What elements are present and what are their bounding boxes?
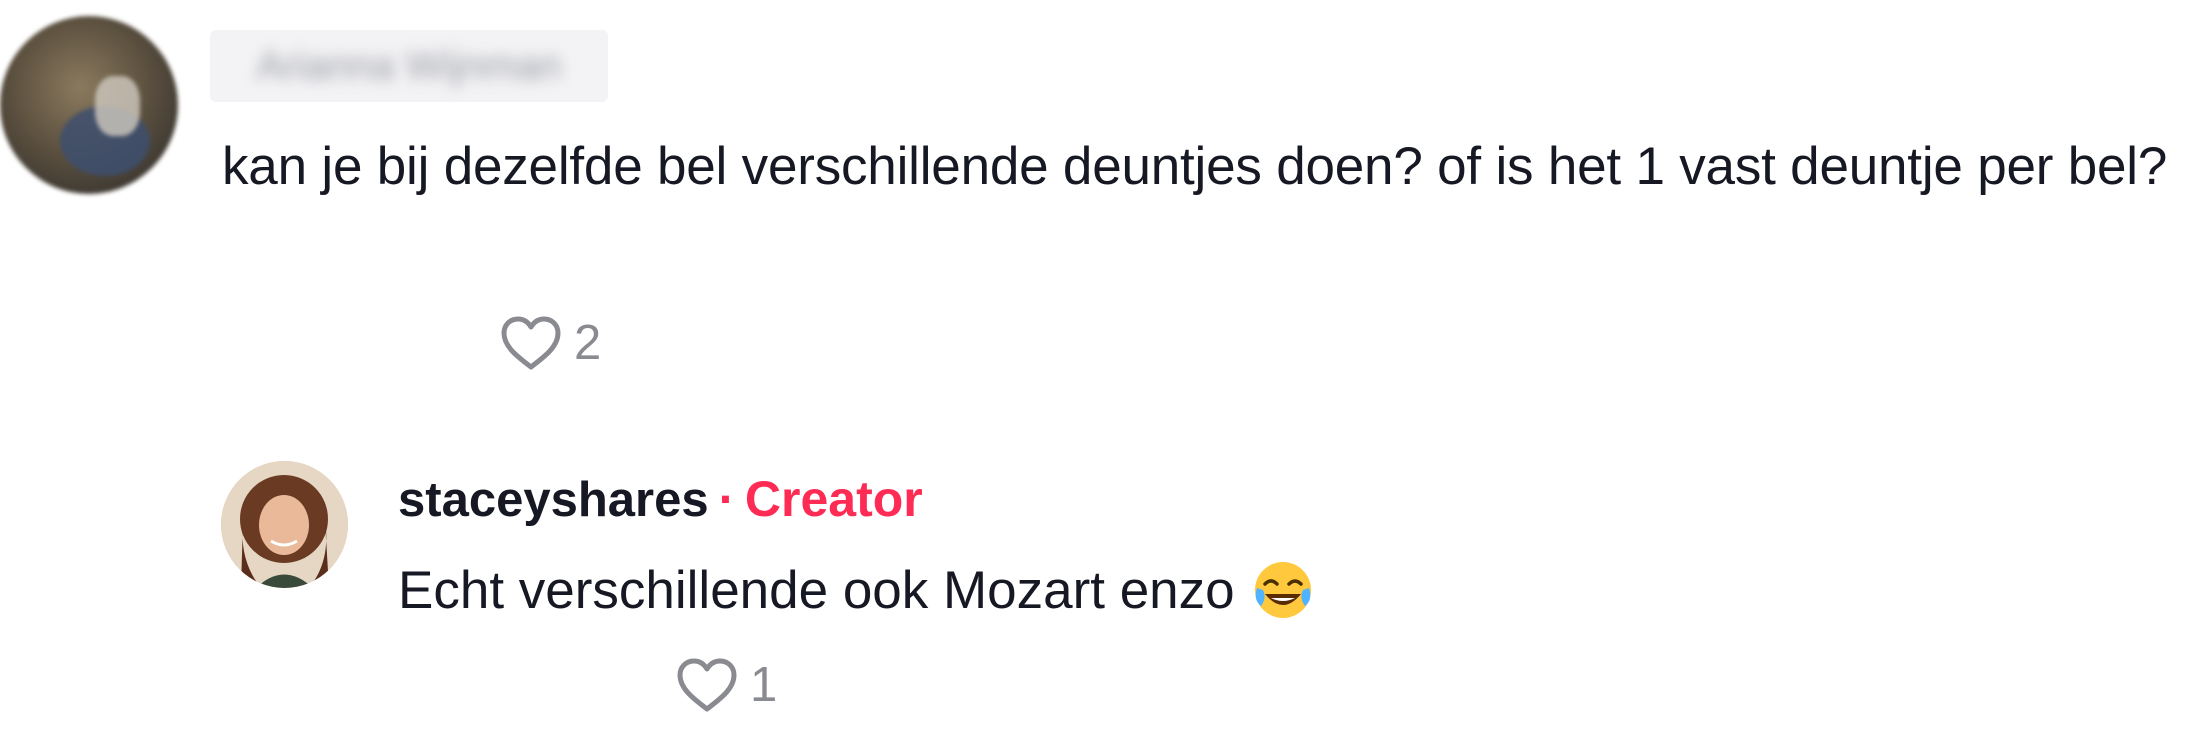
heart-icon[interactable] [500, 315, 562, 371]
reply-avatar-image [221, 461, 348, 588]
comment-text: kan je bij dezelfde bel verschillende de… [222, 137, 2168, 196]
reply-like-count: 1 [750, 657, 778, 712]
heart-icon[interactable] [676, 657, 738, 713]
reply-like-button[interactable]: 1 [676, 657, 777, 713]
comment-like-count: 2 [574, 315, 602, 370]
commenter-username[interactable]: Arianna Wijnman [210, 30, 608, 102]
commenter-username-text: Arianna Wijnman [256, 43, 562, 88]
reply-text: Echt verschillende ook Mozart enzo [398, 558, 1315, 622]
reply-avatar[interactable] [221, 461, 348, 588]
reply-username[interactable]: staceyshares [398, 472, 709, 528]
creator-badge: Creator [744, 471, 923, 527]
reply-header: staceyshares · Creator [398, 470, 923, 528]
comment-like-button[interactable]: 2 [500, 315, 601, 371]
reply-separator: · [718, 473, 735, 527]
reply-text-content: Echt verschillende ook Mozart enzo [398, 560, 1235, 620]
commenter-avatar[interactable] [0, 16, 178, 194]
face-with-tears-of-joy-icon [1254, 562, 1311, 618]
